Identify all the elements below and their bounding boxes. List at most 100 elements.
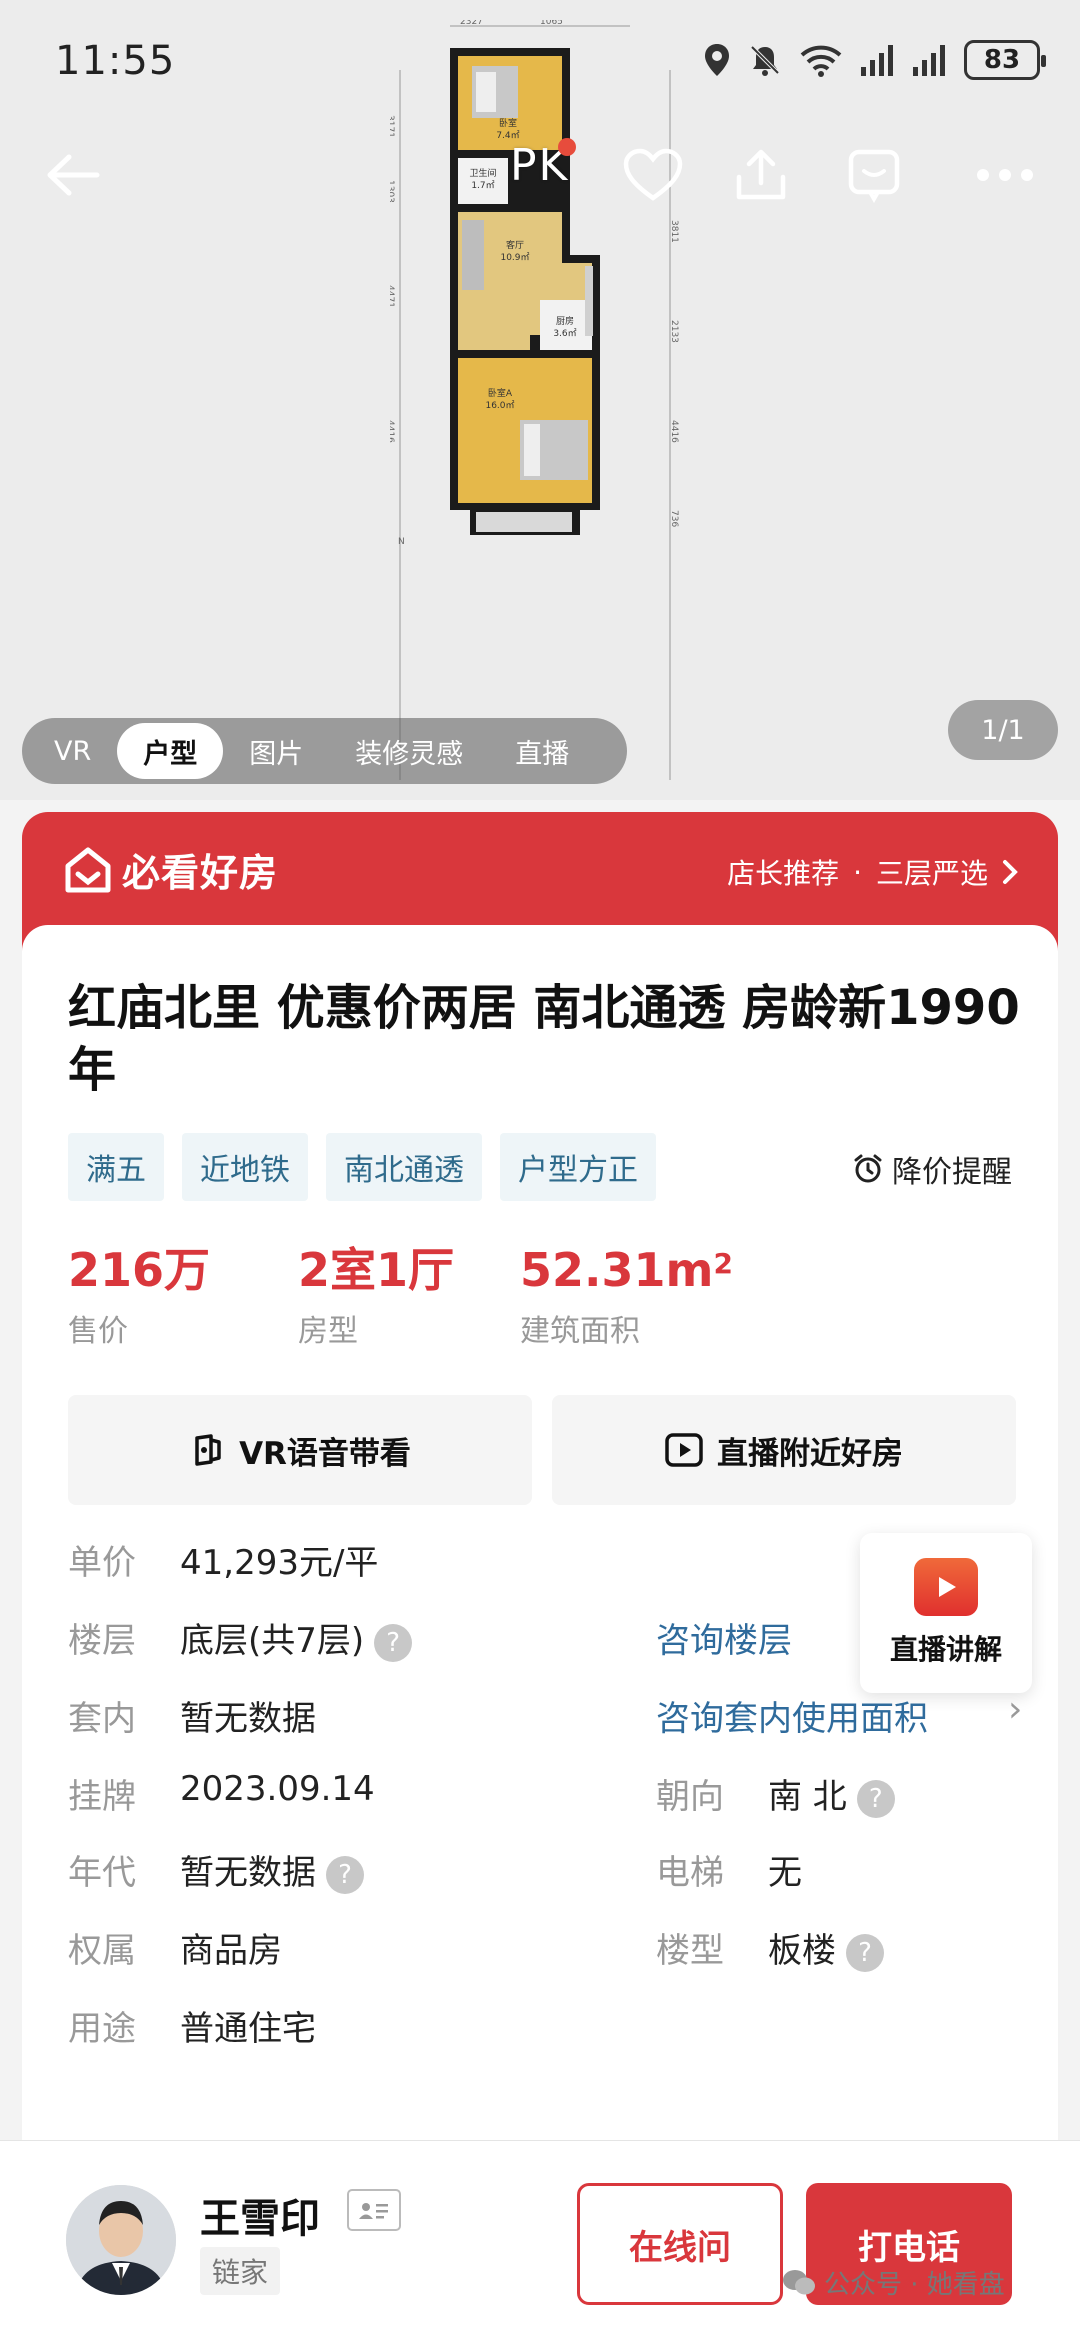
brand-logo: 必看好房 <box>64 842 278 897</box>
tab-decor-ideas[interactable]: 装修灵感 <box>329 723 489 779</box>
detail-unit-price: 单价 41,293元/平 <box>68 1535 1028 1595</box>
comment-icon <box>848 149 900 203</box>
detail-label: 电梯 <box>656 1853 724 1893</box>
agent-name[interactable]: 王雪印 <box>200 2186 320 2244</box>
stat-area-label: 建筑面积 <box>520 1314 640 1349</box>
image-page-counter: 1/1 <box>948 700 1058 760</box>
detail-listed-date: 挂牌 2023.09.14 朝向 南 北? <box>68 1769 1028 1829</box>
detail-label: 套内 <box>68 1699 136 1739</box>
tag-item: 近地铁 <box>182 1133 308 1201</box>
live-nearby-label: 直播附近好房 <box>717 1435 903 1472</box>
agent-bottom-bar: 王雪印 链家 在线问 打电话 <box>0 2140 1080 2331</box>
detail-inner-area: 套内 暂无数据 咨询套内使用面积 › <box>68 1689 1028 1751</box>
detail-year: 年代 暂无数据? 电梯 无 <box>68 1845 1028 1905</box>
business-card-icon[interactable] <box>347 2189 401 2231</box>
more-button[interactable] <box>960 130 1050 220</box>
detail-value: 无 <box>768 1853 802 1893</box>
room-kitchen-name: 厨房 <box>556 315 574 327</box>
stat-layout-value: 2室1厅 <box>298 1243 455 1297</box>
mute-bell-icon <box>750 45 780 76</box>
ask-inner-area-link[interactable]: 咨询套内使用面积 <box>656 1691 928 1740</box>
detail-value: 普通住宅 <box>180 2009 316 2049</box>
stat-price: 216万 售价 <box>68 1240 210 1350</box>
ask-floor-link[interactable]: 咨询楼层 <box>656 1613 792 1662</box>
agent-avatar[interactable] <box>66 2185 176 2295</box>
more-dots-icon <box>977 169 1033 181</box>
help-icon[interactable]: ? <box>846 1933 884 1972</box>
floor-plan-hero[interactable]: 2327 1065 3171 1303 4471 4416 3811 2133 … <box>0 0 1080 800</box>
wifi-icon <box>800 45 842 77</box>
detail-label: 单价 <box>68 1543 136 1583</box>
banner-text-2: 三层严选 <box>875 857 988 890</box>
banner-text-1: 店长推荐 <box>727 857 840 890</box>
listing-card: 红庙北里 优惠价两居 南北通透 房龄新1990年 满五 近地铁 南北通透 户型方… <box>22 925 1058 2155</box>
detail-label: 朝向 <box>656 1777 724 1817</box>
watermark: 公众号 · 她看盘 <box>782 2264 1005 2301</box>
detail-label: 年代 <box>68 1853 136 1893</box>
tag-item: 南北通透 <box>326 1133 482 1201</box>
price-alert-button[interactable]: 降价提醒 <box>852 1147 1012 1191</box>
detail-value-wrap: 暂无数据? <box>180 1845 364 1894</box>
room-bedroom-a-name: 卧室A <box>488 387 513 399</box>
favorite-button[interactable] <box>608 130 698 220</box>
detail-value: 41,293元/平 <box>180 1543 379 1583</box>
banner-separator: · <box>853 855 862 889</box>
agency-badge: 链家 <box>200 2247 281 2295</box>
detail-label: 挂牌 <box>68 1777 136 1817</box>
back-button[interactable] <box>28 130 118 220</box>
alarm-clock-icon <box>854 1154 882 1183</box>
detail-value: 底层(共7层) <box>180 1621 365 1661</box>
detail-value-wrap: 南 北? <box>768 1769 895 1818</box>
house-logo-icon <box>65 847 111 892</box>
tab-photos[interactable]: 图片 <box>223 723 329 779</box>
comment-button[interactable] <box>829 130 919 220</box>
brand-text: 必看好房 <box>122 851 279 895</box>
vr-tour-label: VR语音带看 <box>239 1435 411 1472</box>
price-alert-label: 降价提醒 <box>892 1155 1012 1190</box>
tag-item: 户型方正 <box>500 1133 656 1201</box>
stat-layout: 2室1厅 房型 <box>298 1240 454 1350</box>
help-icon[interactable]: ? <box>326 1855 364 1894</box>
vr-tour-button[interactable]: VR语音带看 <box>68 1395 532 1505</box>
plan-dim-right-4: 736 <box>669 510 679 527</box>
tab-live[interactable]: 直播 <box>489 723 595 779</box>
battery-indicator: 83 <box>964 40 1046 80</box>
tab-floor-plan[interactable]: 户型 <box>117 723 224 779</box>
detail-label: 楼型 <box>656 1931 724 1971</box>
online-chat-button[interactable]: 在线问 <box>577 2183 783 2305</box>
banner-recommendations[interactable]: 店长推荐 · 三层严选 <box>727 852 1018 892</box>
action-buttons: VR语音带看 直播附近好房 <box>68 1395 1016 1505</box>
stat-price-value: 216万 <box>68 1243 211 1297</box>
plan-dim-left-3: 4471 <box>390 285 395 308</box>
stat-area-sup: 2 <box>713 1247 733 1280</box>
media-tab-bar: VR 户型 图片 装修灵感 直播 <box>22 718 627 784</box>
chevron-right-icon <box>1003 860 1018 884</box>
detail-value: 商品房 <box>180 1931 282 1971</box>
play-square-icon <box>665 1433 703 1467</box>
help-icon[interactable]: ? <box>856 1779 895 1818</box>
plan-dim-right-2: 2133 <box>669 320 679 343</box>
share-button[interactable] <box>716 130 806 220</box>
help-icon[interactable]: ? <box>374 1623 413 1662</box>
detail-value: 暂无数据 <box>180 1853 316 1893</box>
detail-value-wrap: 底层(共7层)? <box>180 1613 413 1662</box>
plan-north: N <box>398 537 405 547</box>
room-bedroom-a-area: 16.0㎡ <box>485 400 514 411</box>
stat-area: 52.31m2 建筑面积 <box>520 1240 733 1350</box>
status-time: 11:55 <box>55 38 176 84</box>
plan-dim-right-3: 4416 <box>669 420 679 443</box>
chevron-right-icon[interactable]: › <box>1008 1689 1022 1730</box>
location-icon <box>705 44 729 76</box>
signal-1-icon <box>861 45 893 76</box>
status-bar: 11:55 83 <box>0 0 1080 120</box>
share-icon <box>736 149 786 200</box>
live-nearby-button[interactable]: 直播附近好房 <box>552 1395 1016 1505</box>
listing-title: 红庙北里 优惠价两居 南北通透 房龄新1990年 <box>68 980 1020 1098</box>
detail-value-wrap: 板楼? <box>768 1923 884 1972</box>
detail-value: 板楼 <box>768 1931 836 1971</box>
tab-vr[interactable]: VR <box>28 723 117 779</box>
status-icons: 83 <box>704 38 1046 82</box>
detail-value: 2023.09.14 <box>180 1769 375 1809</box>
wechat-icon <box>783 2269 815 2294</box>
detail-floor: 楼层 底层(共7层)? 咨询楼层 <box>68 1613 1028 1673</box>
